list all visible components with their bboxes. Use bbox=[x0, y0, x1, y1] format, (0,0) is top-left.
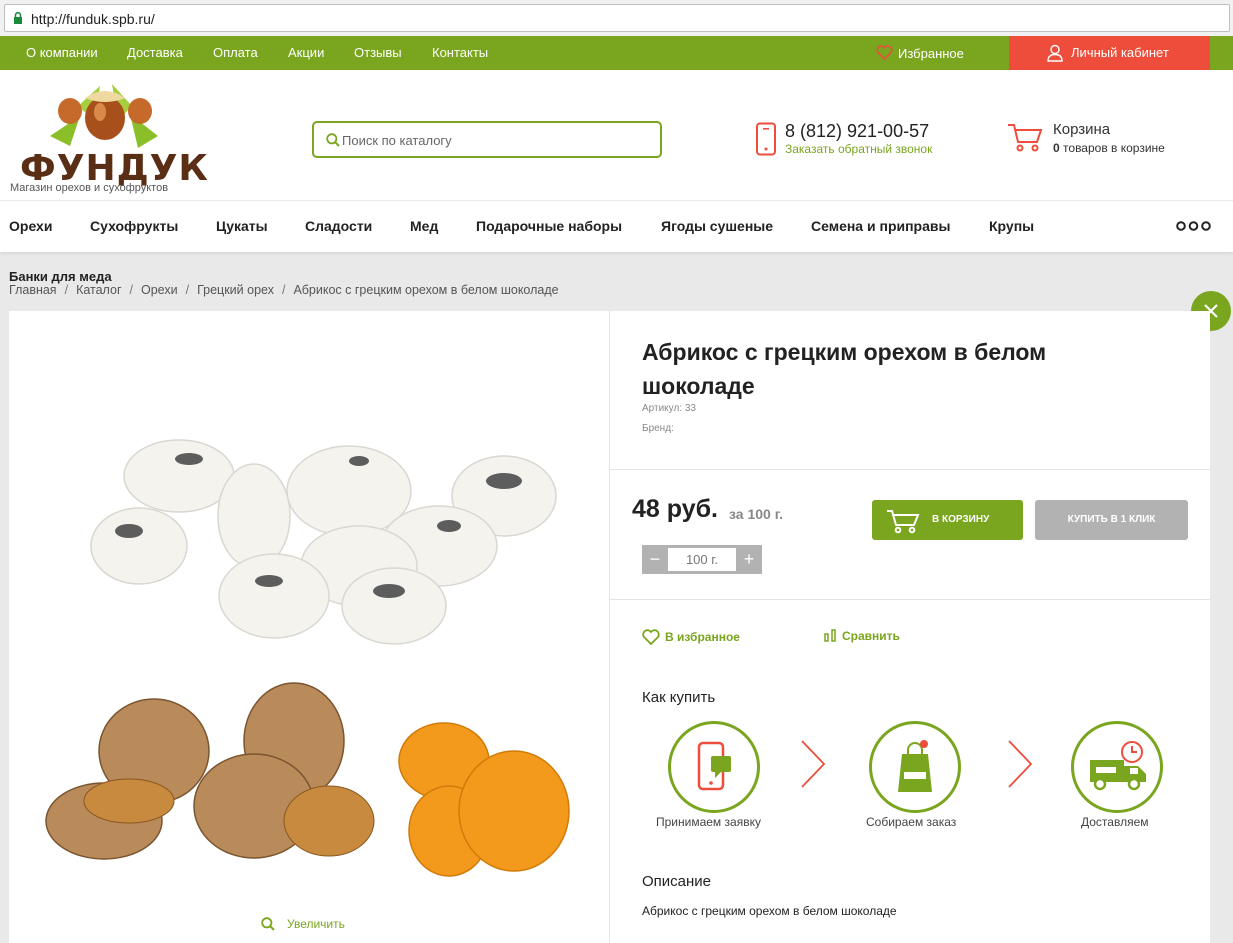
nav-link-promotions[interactable]: Акции bbox=[288, 45, 324, 60]
category-nav: Орехи Сухофрукты Цукаты Сладости Мед Под… bbox=[0, 200, 1233, 252]
nav-link-about[interactable]: О компании bbox=[26, 45, 98, 60]
browser-address-bar: http://funduk.spb.ru/ bbox=[0, 0, 1233, 36]
step-request-label: Принимаем заявку bbox=[656, 815, 761, 829]
quantity-decrease-button[interactable]: − bbox=[642, 545, 668, 574]
category-candied-fruits[interactable]: Цукаты bbox=[216, 218, 268, 234]
quantity-input[interactable]: 100 г. bbox=[668, 548, 736, 571]
description-text: Абрикос с грецким орехом в белом шоколад… bbox=[642, 904, 897, 918]
favorites-link[interactable]: Избранное bbox=[876, 45, 964, 61]
breadcrumb-current: Абрикос с грецким орехом в белом шоколад… bbox=[293, 283, 559, 297]
category-seeds-spices[interactable]: Семена и приправы bbox=[811, 218, 950, 234]
category-sweets[interactable]: Сладости bbox=[305, 218, 372, 234]
lock-icon bbox=[14, 12, 22, 24]
quantity-increase-button[interactable]: + bbox=[736, 545, 762, 574]
breadcrumb-nuts[interactable]: Орехи bbox=[141, 283, 178, 297]
breadcrumb: Главная / Каталог / Орехи / Грецкий орех / Абрик… bbox=[9, 283, 559, 297]
category-nuts[interactable]: Орехи bbox=[9, 218, 52, 234]
step-request bbox=[668, 721, 760, 813]
compare-link[interactable]: Сравнить bbox=[824, 629, 900, 643]
honey-jars-link[interactable]: Банки для меда bbox=[9, 269, 112, 284]
breadcrumb-home[interactable]: Главная bbox=[9, 283, 57, 297]
search-icon bbox=[326, 133, 340, 147]
user-icon bbox=[1047, 44, 1063, 62]
divider bbox=[610, 469, 1210, 470]
nav-link-contacts[interactable]: Контакты bbox=[432, 45, 488, 60]
cart-icon bbox=[887, 510, 920, 534]
top-nav: О компании Доставка Оплата Акции Отзывы … bbox=[0, 36, 1233, 70]
divider bbox=[610, 599, 1210, 600]
nav-link-reviews[interactable]: Отзывы bbox=[354, 45, 402, 60]
add-to-cart-button[interactable]: В КОРЗИНУ bbox=[872, 500, 1023, 540]
phone-request-icon bbox=[697, 741, 731, 791]
quantity-stepper: − 100 г. + bbox=[642, 545, 762, 574]
breadcrumb-separator: / bbox=[281, 283, 286, 297]
cart-icon[interactable] bbox=[1007, 122, 1043, 152]
breadcrumb-separator: / bbox=[129, 283, 133, 297]
how-to-buy-heading: Как купить bbox=[642, 689, 716, 706]
category-gift-sets[interactable]: Подарочные наборы bbox=[476, 218, 622, 234]
personal-cabinet-label: Личный кабинет bbox=[1071, 45, 1169, 60]
nav-link-delivery[interactable]: Доставка bbox=[127, 45, 183, 60]
delivery-truck-icon bbox=[1090, 741, 1146, 791]
phone-icon bbox=[756, 122, 776, 156]
heart-icon bbox=[642, 629, 660, 646]
buy-one-click-button[interactable]: КУПИТЬ В 1 КЛИК bbox=[1035, 500, 1188, 540]
site-header: ФУНДУК Магазин орехов и сухофруктов 8 (8… bbox=[0, 70, 1233, 200]
compare-label: Сравнить bbox=[842, 629, 900, 643]
search-input[interactable] bbox=[342, 129, 642, 151]
product-info-panel: Абрикос с грецким орехом в белом шоколад… bbox=[610, 311, 1210, 943]
category-dried-berries[interactable]: Ягоды сушеные bbox=[661, 218, 773, 234]
cart-count: 0 bbox=[1053, 141, 1060, 155]
breadcrumb-separator: / bbox=[64, 283, 69, 297]
product-article: Артикул: 33 bbox=[642, 403, 696, 414]
site-logo[interactable]: ФУНДУК Магазин орехов и сухофруктов bbox=[10, 76, 208, 198]
search-box[interactable] bbox=[312, 121, 662, 158]
cart-title[interactable]: Корзина bbox=[1053, 121, 1110, 138]
product-photo[interactable] bbox=[39, 341, 579, 901]
breadcrumb-walnut[interactable]: Грецкий орех bbox=[197, 283, 274, 297]
url-field[interactable]: http://funduk.spb.ru/ bbox=[4, 4, 1230, 32]
nav-link-payment[interactable]: Оплата bbox=[213, 45, 258, 60]
step-delivery bbox=[1071, 721, 1163, 813]
logo-tagline: Магазин орехов и сухофруктов bbox=[10, 182, 169, 194]
phone-number[interactable]: 8 (812) 921-00-57 bbox=[785, 121, 929, 142]
personal-cabinet-button[interactable]: Личный кабинет bbox=[1009, 36, 1210, 70]
heart-icon bbox=[876, 45, 893, 61]
add-to-favorites-link[interactable]: В избранное bbox=[642, 629, 740, 646]
step-assemble-label: Собираем заказ bbox=[866, 815, 957, 829]
compare-icon bbox=[824, 629, 836, 642]
callback-link[interactable]: Заказать обратный звонок bbox=[785, 142, 932, 156]
zoom-label: Увеличить bbox=[287, 917, 345, 931]
chevron-right-icon bbox=[1008, 740, 1033, 788]
chevron-right-icon bbox=[801, 740, 826, 788]
breadcrumb-catalog[interactable]: Каталог bbox=[76, 283, 121, 297]
cart-suffix: товаров в корзине bbox=[1063, 141, 1165, 155]
step-assemble bbox=[869, 721, 961, 813]
more-categories-icon[interactable] bbox=[1176, 221, 1211, 231]
product-price: 48 руб. bbox=[632, 495, 718, 523]
category-grains[interactable]: Крупы bbox=[989, 218, 1034, 234]
add-to-favorites-label: В избранное bbox=[665, 630, 740, 644]
cart-summary: 0 товаров в корзине bbox=[1053, 141, 1165, 155]
product-brand: Бренд: bbox=[642, 423, 674, 434]
category-dried-fruits[interactable]: Сухофрукты bbox=[90, 218, 178, 234]
category-honey[interactable]: Мед bbox=[410, 218, 438, 234]
bag-icon bbox=[898, 740, 932, 792]
breadcrumb-separator: / bbox=[185, 283, 190, 297]
product-title: Абрикос с грецким орехом в белом шоколад… bbox=[642, 339, 1047, 399]
description-heading: Описание bbox=[642, 873, 712, 890]
zoom-link[interactable]: Увеличить bbox=[261, 917, 345, 931]
price-unit: за 100 г. bbox=[729, 506, 784, 522]
step-delivery-label: Доставляем bbox=[1081, 815, 1149, 829]
product-image-panel: Увеличить bbox=[9, 311, 610, 943]
hazelnut-logo-icon bbox=[50, 84, 158, 148]
add-to-cart-label: В КОРЗИНУ bbox=[932, 514, 990, 525]
url-text: http://funduk.spb.ru/ bbox=[31, 11, 155, 27]
magnifier-icon bbox=[261, 917, 275, 931]
favorites-label: Избранное bbox=[898, 46, 964, 61]
